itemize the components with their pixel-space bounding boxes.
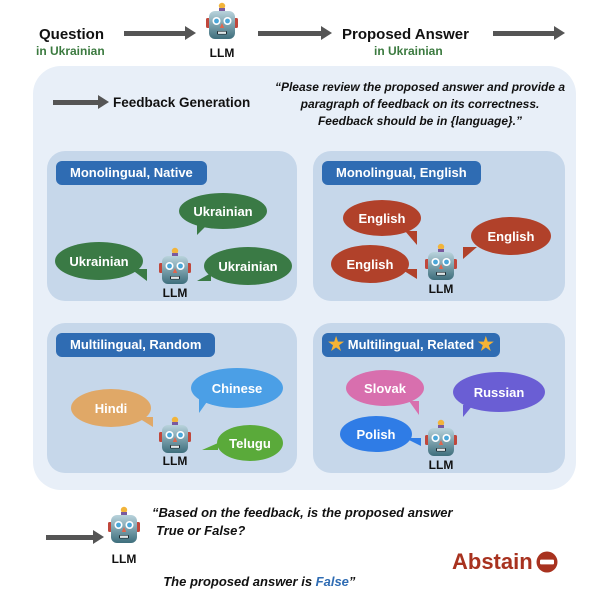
panel-multilingual-random: Multilingual, Random Chinese Hindi Telug… (47, 323, 297, 473)
bubble-tail (199, 399, 209, 413)
speech-bubble: Polish (340, 416, 412, 452)
bubble-text: Ukrainian (218, 258, 278, 274)
question-title: Question (39, 26, 105, 43)
robot-icon (205, 2, 239, 42)
robot-icon (107, 506, 141, 546)
robot-icon (424, 419, 458, 459)
llm-label: LLM (162, 454, 188, 468)
answer-suffix: ” (348, 574, 356, 589)
llm-label: LLM (209, 46, 235, 60)
robot-icon (424, 243, 458, 283)
llm-label: LLM (428, 458, 454, 472)
panel-title: Monolingual, English (322, 161, 481, 185)
bubble-text: Slovak (364, 380, 406, 396)
bubble-text: English (487, 228, 535, 244)
feedback-heading: Feedback Generation (113, 95, 251, 110)
robot-icon (158, 416, 192, 456)
answer-title: Proposed Answer (342, 26, 469, 43)
speech-bubble: Ukrainian (55, 242, 143, 280)
bubble-tail (405, 231, 417, 245)
bubble-tail (197, 225, 207, 235)
arrow-llm-to-answer (258, 26, 332, 40)
speech-bubble: English (471, 217, 551, 255)
panel-title: Monolingual, Native (56, 161, 207, 185)
speech-bubble: Ukrainian (204, 247, 292, 285)
bubble-text: Ukrainian (69, 253, 129, 269)
question-language: in Ukrainian (36, 44, 105, 58)
arrow-answer-to-feedback (493, 26, 565, 40)
bubble-text: Hindi (94, 400, 128, 416)
bubble-tail (202, 443, 218, 450)
star-icon: ★ (477, 334, 494, 354)
no-entry-icon (536, 551, 558, 573)
abstain-text: Abstain (452, 549, 533, 574)
bubble-tail (409, 401, 419, 415)
robot-icon (158, 247, 192, 287)
llm-label: LLM (111, 552, 137, 566)
decision-answer: The proposed answer is False” (156, 559, 355, 589)
speech-bubble: Ukrainian (179, 193, 267, 229)
bubble-tail (405, 438, 421, 446)
speech-bubble: Telugu (217, 425, 283, 461)
panel-title-text: Multilingual, Related (347, 337, 475, 352)
arrow-feedback-generation (53, 95, 109, 109)
bubble-tail (463, 405, 473, 417)
star-icon: ★ (328, 334, 345, 354)
panel-title: Multilingual, Random (56, 333, 216, 357)
answer-value: False (315, 574, 349, 589)
bubble-text: Ukrainian (193, 203, 253, 219)
panel-monolingual-native: Monolingual, Native Ukrainian Ukrainian … (47, 151, 297, 301)
decision-question-line2: True or False? (156, 523, 246, 538)
bubble-tail (131, 269, 147, 281)
bubble-tail (401, 269, 417, 279)
panel-multilingual-related: ★ Multilingual, Related ★ Slovak Russian… (313, 323, 565, 473)
decision-question-line1: “Based on the feedback, is the proposed … (152, 505, 453, 520)
abstain-label: Abstain (452, 549, 558, 575)
llm-label: LLM (428, 282, 454, 296)
answer-language: in Ukrainian (374, 44, 443, 58)
llm-label: LLM (162, 286, 188, 300)
bubble-text: English (346, 256, 394, 272)
panel-title: ★ Multilingual, Related ★ (322, 333, 500, 357)
panel-monolingual-english: Monolingual, English English English Eng… (313, 151, 565, 301)
bubble-tail (463, 247, 477, 259)
speech-bubble: English (331, 245, 409, 283)
arrow-question-to-llm (124, 26, 196, 40)
feedback-prompt: “Please review the proposed answer and p… (274, 80, 566, 128)
bubble-tail (137, 417, 153, 427)
answer-prefix: The proposed answer is (163, 574, 316, 589)
bubble-text: English (358, 210, 406, 226)
bubble-text: Chinese (211, 380, 263, 396)
bubble-text: Telugu (229, 435, 271, 451)
bubble-text: Russian (473, 384, 525, 400)
arrow-to-decision-llm (46, 530, 104, 544)
bubble-text: Polish (356, 426, 396, 442)
bubble-tail (197, 273, 211, 281)
